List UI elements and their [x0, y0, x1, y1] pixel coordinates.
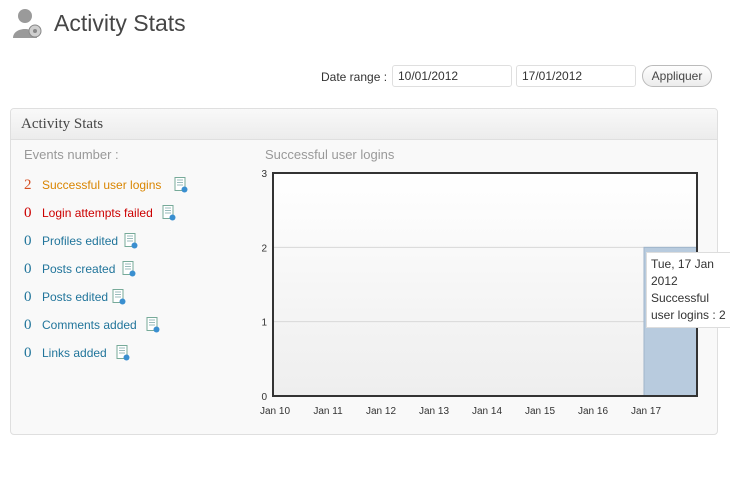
event-count: 0: [24, 345, 32, 361]
page-title: Activity Stats: [54, 10, 186, 36]
tooltip-line: 2012: [651, 274, 678, 288]
panel-title: Activity Stats: [21, 116, 104, 132]
event-label-link[interactable]: Posts edited: [42, 290, 108, 304]
event-count: 0: [24, 205, 32, 221]
report-icon[interactable]: [112, 289, 126, 305]
report-icon[interactable]: [122, 261, 136, 277]
date-range-form: Date range : Appliquer: [0, 65, 730, 89]
y-tick-label: 1: [261, 318, 267, 329]
date-range-label: Date range :: [321, 70, 388, 84]
report-icon[interactable]: [162, 205, 176, 221]
event-label-link[interactable]: Login attempts failed: [42, 206, 153, 220]
tooltip-line: user logins : 2: [651, 308, 726, 322]
y-tick-label: 0: [261, 392, 267, 403]
date-to-input[interactable]: [516, 65, 636, 87]
event-count: 2: [24, 177, 32, 193]
panel-header: Activity Stats: [11, 109, 717, 140]
event-label-link[interactable]: Comments added: [42, 318, 137, 332]
event-label-link[interactable]: Successful user logins: [42, 178, 161, 192]
event-label-link[interactable]: Posts created: [42, 262, 115, 276]
x-tick-label: Jan 16: [578, 406, 608, 417]
x-tick-label: Jan 12: [366, 406, 396, 417]
x-tick-label: Jan 15: [525, 406, 555, 417]
event-count: 0: [24, 289, 32, 305]
report-icon[interactable]: [174, 177, 188, 193]
event-label-link[interactable]: Profiles edited: [42, 234, 118, 248]
apply-button[interactable]: Appliquer: [642, 65, 712, 87]
report-icon[interactable]: [124, 233, 138, 249]
plot-area: [273, 173, 697, 396]
chart-tooltip: Tue, 17 Jan 2012 Successful user logins …: [646, 252, 730, 328]
x-tick-label: Jan 10: [260, 406, 290, 417]
date-from-input[interactable]: [392, 65, 512, 87]
event-count: 0: [24, 261, 32, 277]
y-tick-label: 3: [261, 169, 267, 180]
event-label-link[interactable]: Links added: [42, 346, 107, 360]
events-header: Events number :: [24, 147, 119, 162]
users-icon: [13, 9, 42, 38]
bar-chart: 0 1 2 3 Jan 10 Jan 11 Jan 12 Jan 13 Jan 14 Jan 15…: [260, 169, 698, 417]
event-count: 0: [24, 233, 32, 249]
report-icon[interactable]: [146, 317, 160, 333]
tooltip-line: Tue, 17 Jan: [651, 257, 714, 271]
report-icon[interactable]: [116, 345, 130, 361]
event-count: 0: [24, 317, 32, 333]
x-tick-label: Jan 13: [419, 406, 449, 417]
x-tick-label: Jan 17: [631, 406, 661, 417]
x-tick-label: Jan 14: [472, 406, 502, 417]
chart-title: Successful user logins: [265, 147, 395, 162]
tooltip-line: Successful: [651, 291, 710, 305]
y-tick-label: 2: [261, 243, 267, 254]
x-tick-label: Jan 11: [313, 406, 343, 417]
